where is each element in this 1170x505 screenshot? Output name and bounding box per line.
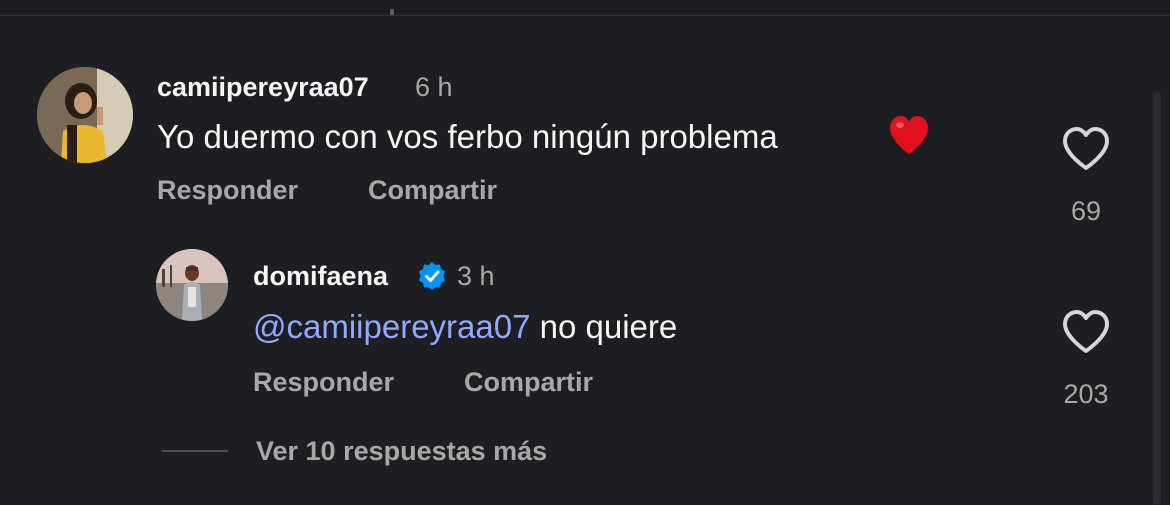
like-button[interactable] bbox=[1061, 126, 1111, 172]
share-button[interactable]: Compartir bbox=[368, 174, 497, 206]
like-count: 69 bbox=[1070, 196, 1102, 226]
reply-button[interactable]: Responder bbox=[253, 366, 394, 398]
replies-divider-line bbox=[162, 450, 228, 452]
comment-username[interactable]: camiipereyraa07 bbox=[157, 71, 369, 103]
scrollbar[interactable] bbox=[1153, 92, 1161, 505]
reply-button[interactable]: Responder bbox=[157, 174, 298, 206]
avatar-image bbox=[156, 249, 228, 321]
heart-outline-icon bbox=[1063, 127, 1109, 170]
comment-body: no quiere bbox=[539, 308, 678, 345]
avatar[interactable] bbox=[156, 249, 228, 321]
share-button[interactable]: Compartir bbox=[464, 366, 593, 398]
red-heart-emoji bbox=[887, 114, 931, 156]
mention-link[interactable]: @camiipereyraa07 bbox=[253, 308, 530, 345]
view-more-replies-button[interactable]: Ver 10 respuestas más bbox=[256, 435, 547, 467]
comment-username[interactable]: domifaena bbox=[253, 260, 388, 292]
comment-text: @camiipereyraa07 no quiere bbox=[253, 307, 677, 347]
avatar[interactable] bbox=[37, 67, 133, 163]
heart-outline-icon bbox=[1063, 310, 1109, 353]
verified-badge-icon bbox=[417, 261, 447, 291]
comment-timestamp: 3 h bbox=[457, 261, 495, 291]
like-count: 203 bbox=[1063, 379, 1109, 409]
top-indicator bbox=[390, 9, 394, 15]
avatar-image bbox=[37, 67, 133, 163]
top-divider bbox=[0, 15, 1170, 16]
comment-text: Yo duermo con vos ferbo ningún problema bbox=[157, 118, 778, 155]
comment-timestamp: 6 h bbox=[415, 72, 453, 102]
like-button[interactable] bbox=[1061, 309, 1111, 355]
comments-panel: camiipereyraa07 6 h Yo duermo con vos fe… bbox=[0, 0, 1170, 505]
